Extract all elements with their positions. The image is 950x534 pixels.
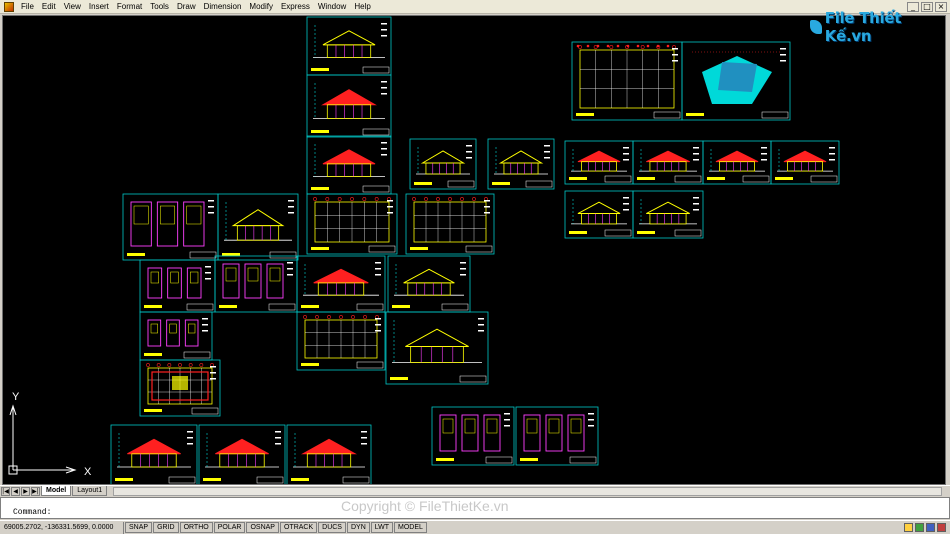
polar-toggle[interactable]: POLAR xyxy=(213,522,246,533)
status-tray xyxy=(904,523,950,532)
prev-tab-button[interactable]: ◀ xyxy=(11,486,20,496)
coordinate-readout: 69005.2702, -136331.5699, 0.0000 xyxy=(0,521,124,534)
ducs-toggle[interactable]: DUCS xyxy=(318,522,346,533)
menu-file[interactable]: File xyxy=(17,0,38,14)
horizontal-scrollbar[interactable] xyxy=(113,486,942,496)
first-tab-button[interactable]: |◀ xyxy=(1,486,10,496)
autocad-app-icon[interactable] xyxy=(4,1,14,12)
ucs-y-label: Y xyxy=(12,391,20,403)
drawing-sheet xyxy=(571,41,683,121)
drawing-sheet xyxy=(306,193,398,255)
command-line[interactable]: Copyright © FileThietKe.vn Command: xyxy=(0,497,950,519)
model-toggle[interactable]: MODEL xyxy=(394,522,427,533)
drawing-sheet xyxy=(770,140,840,185)
autocad-window: File Edit View Insert Format Tools Draw … xyxy=(0,0,950,534)
copyright-watermark: Copyright © FileThietKe.vn xyxy=(341,498,509,514)
drawing-sheet xyxy=(515,406,599,466)
drawing-sheets: Y X xyxy=(8,16,840,484)
drawing-sheet xyxy=(681,41,791,121)
drawing-sheet xyxy=(405,193,495,255)
drawing-sheet xyxy=(564,190,634,239)
drawing-sheet xyxy=(214,255,298,313)
lock-icon[interactable] xyxy=(915,523,924,532)
next-tab-button[interactable]: ▶ xyxy=(21,486,30,496)
menu-draw[interactable]: Draw xyxy=(173,0,200,14)
drawing-sheet xyxy=(139,359,221,417)
drawing-sheet xyxy=(385,311,489,385)
ucs-x-label: X xyxy=(84,466,92,478)
file-logo-icon xyxy=(810,20,822,34)
drawing-canvas[interactable]: Y X xyxy=(2,15,946,485)
site-logo: File Thiết Kế.vn xyxy=(810,9,950,45)
drawing-sheet xyxy=(387,255,471,313)
ortho-toggle[interactable]: ORTHO xyxy=(179,522,213,533)
drawing-sheet xyxy=(139,311,213,361)
drawing-sheet xyxy=(286,424,372,484)
menu-view[interactable]: View xyxy=(60,0,85,14)
menu-window[interactable]: Window xyxy=(314,0,350,14)
menu-format[interactable]: Format xyxy=(113,0,146,14)
otrack-toggle[interactable]: OTRACK xyxy=(279,522,318,533)
drawing-sheet xyxy=(632,140,704,185)
tab-model[interactable]: Model xyxy=(41,486,72,496)
grid-toggle[interactable]: GRID xyxy=(153,522,179,533)
drawing-sheet xyxy=(296,255,386,313)
drawing-sheet xyxy=(306,135,392,195)
status-bar: 69005.2702, -136331.5699, 0.0000 SNAP GR… xyxy=(0,520,950,534)
menu-tools[interactable]: Tools xyxy=(146,0,173,14)
logo-text: File Thiết Kế.vn xyxy=(824,9,902,45)
drawing-sheet xyxy=(564,140,634,185)
drawing-sheet xyxy=(139,259,216,313)
dyn-toggle[interactable]: DYN xyxy=(346,522,370,533)
drawing-sheet xyxy=(306,16,392,76)
menu-help[interactable]: Help xyxy=(350,0,374,14)
drawing-sheet xyxy=(702,140,772,185)
osnap-toggle[interactable]: OSNAP xyxy=(246,522,279,533)
drawing-sheet xyxy=(431,406,515,466)
menu-edit[interactable]: Edit xyxy=(38,0,60,14)
menu-modify[interactable]: Modify xyxy=(245,0,277,14)
menu-bar: File Edit View Insert Format Tools Draw … xyxy=(0,0,950,14)
layout-tabs-bar: |◀ ◀ ▶ ▶| Model Layout1 xyxy=(0,485,950,496)
drawing-sheet xyxy=(110,424,198,484)
clean-screen-icon[interactable] xyxy=(937,523,946,532)
snap-toggle[interactable]: SNAP xyxy=(125,522,153,533)
command-prompt: Command: xyxy=(13,508,52,517)
menu-express[interactable]: Express xyxy=(277,0,314,14)
menu-insert[interactable]: Insert xyxy=(85,0,113,14)
drawing-sheet xyxy=(487,138,555,190)
drawing-sheet xyxy=(409,138,477,190)
drawing-sheet xyxy=(122,193,219,261)
last-tab-button[interactable]: ▶| xyxy=(31,486,40,496)
drawing-sheet xyxy=(217,193,299,261)
drawing-sheet xyxy=(632,190,704,239)
drawing-sheet xyxy=(306,74,392,138)
menu-dimension[interactable]: Dimension xyxy=(200,0,246,14)
communication-icon[interactable] xyxy=(904,523,913,532)
ucs-icon: Y X xyxy=(8,391,92,478)
lwt-toggle[interactable]: LWT xyxy=(370,522,394,533)
drawing-sheet xyxy=(198,424,286,484)
tab-layout1[interactable]: Layout1 xyxy=(72,486,108,496)
tray-settings-icon[interactable] xyxy=(926,523,935,532)
drawing-sheet xyxy=(296,311,386,371)
